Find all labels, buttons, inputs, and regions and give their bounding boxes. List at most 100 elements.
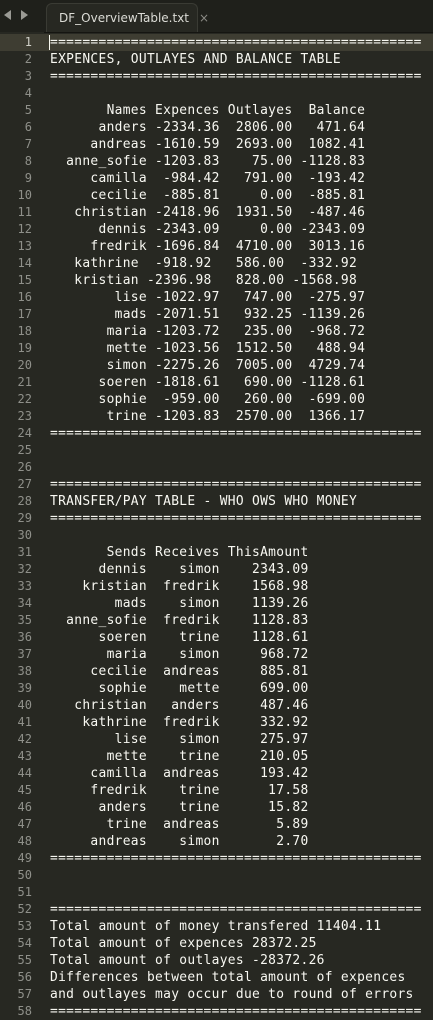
line-number: 15 (17, 273, 32, 287)
line-text: ========================================… (50, 511, 422, 526)
line-text: lise simon 275.97 (50, 732, 309, 747)
line-text: Total amount of money transfered 11404.1… (50, 919, 382, 934)
line-text: mads -2071.51 932.25 -1139.26 (50, 307, 366, 322)
line-number: 24 (17, 426, 32, 440)
editor-line[interactable]: 43 mette trine 210.05 (0, 748, 433, 765)
editor-line[interactable]: 4 (0, 85, 433, 102)
editor-line[interactable]: 51 (0, 884, 433, 901)
editor-line[interactable]: 58 ======================================… (0, 1003, 433, 1020)
editor-line[interactable]: 5 Names Expences Outlayes Balance (0, 102, 433, 119)
editor-line[interactable]: 54 Total amount of expences 28372.25 (0, 935, 433, 952)
line-number: 54 (17, 936, 32, 950)
line-text: lise -1022.97 747.00 -275.97 (50, 290, 366, 305)
line-number: 1 (24, 35, 32, 49)
line-text: ========================================… (50, 69, 422, 84)
editor-line[interactable]: 31 Sends Receives ThisAmount (0, 544, 433, 561)
line-text: sophie -959.00 260.00 -699.00 (50, 392, 366, 407)
line-number: 4 (24, 86, 32, 100)
line-number: 53 (17, 919, 32, 933)
editor-line[interactable]: 21 soeren -1818.61 690.00 -1128.61 (0, 374, 433, 391)
editor-line[interactable]: 15 kristian -2396.98 828.00 -1568.98 (0, 272, 433, 289)
editor-line[interactable]: 44 camilla andreas 193.42 (0, 765, 433, 782)
editor-line[interactable]: 14 kathrine -918.92 586.00 -332.92 (0, 255, 433, 272)
editor-line[interactable]: 41 kathrine fredrik 332.92 (0, 714, 433, 731)
editor-line[interactable]: 27 ======================================… (0, 476, 433, 493)
line-number: 21 (17, 375, 32, 389)
editor-line[interactable]: 20 simon -2275.26 7005.00 4729.74 (0, 357, 433, 374)
editor-line[interactable]: 22 sophie -959.00 260.00 -699.00 (0, 391, 433, 408)
editor-line[interactable]: 26 (0, 459, 433, 476)
editor-line[interactable]: 32 dennis simon 2343.09 (0, 561, 433, 578)
editor-line[interactable]: 37 maria simon 968.72 (0, 646, 433, 663)
editor-line[interactable]: 16 lise -1022.97 747.00 -275.97 (0, 289, 433, 306)
editor-line[interactable]: 46 anders trine 15.82 (0, 799, 433, 816)
tab-next-icon[interactable] (21, 10, 28, 20)
editor-line[interactable]: 24 ======================================… (0, 425, 433, 442)
editor-line[interactable]: 8 anne_sofie -1203.83 75.00 -1128.83 (0, 153, 433, 170)
editor-line[interactable]: 33 kristian fredrik 1568.98 (0, 578, 433, 595)
line-number: 20 (17, 358, 32, 372)
text-editor[interactable]: 1 =======================================… (0, 32, 433, 1019)
line-text: camilla -984.42 791.00 -193.42 (50, 171, 366, 186)
editor-line[interactable]: 36 soeren trine 1128.61 (0, 629, 433, 646)
editor-line[interactable]: 39 sophie mette 699.00 (0, 680, 433, 697)
editor-line[interactable]: 25 (0, 442, 433, 459)
editor-line[interactable]: 53 Total amount of money transfered 11404… (0, 918, 433, 935)
editor-line[interactable]: 3 =======================================… (0, 68, 433, 85)
editor-line[interactable]: 7 andreas -1610.59 2693.00 1082.41 (0, 136, 433, 153)
editor-line[interactable]: 18 maria -1203.72 235.00 -968.72 (0, 323, 433, 340)
line-number: 39 (17, 681, 32, 695)
line-text: ========================================… (50, 1004, 422, 1019)
editor-line[interactable]: 38 cecilie andreas 885.81 (0, 663, 433, 680)
editor-line[interactable]: 9 camilla -984.42 791.00 -193.42 (0, 170, 433, 187)
line-number: 23 (17, 409, 32, 423)
editor-line[interactable]: 35 anne_sofie fredrik 1128.83 (0, 612, 433, 629)
line-number: 47 (17, 817, 32, 831)
editor-line[interactable]: 55 Total amount of outlayes -28372.26 (0, 952, 433, 969)
editor-line[interactable]: 19 mette -1023.56 1512.50 488.94 (0, 340, 433, 357)
line-text: kristian -2396.98 828.00 -1568.98 (50, 273, 358, 288)
editor-line[interactable]: 49 ======================================… (0, 850, 433, 867)
editor-line[interactable]: 28 TRANSFER/PAY TABLE - WHO OWS WHO MONEY (0, 493, 433, 510)
editor-line[interactable]: 57 and outlayes may occur due to round of… (0, 986, 433, 1003)
line-number: 30 (17, 528, 32, 542)
line-number: 31 (17, 545, 32, 559)
editor-line[interactable]: 50 (0, 867, 433, 884)
line-number: 3 (24, 69, 32, 83)
tab-previous-icon[interactable] (4, 10, 11, 20)
line-number: 58 (17, 1004, 32, 1018)
line-number: 6 (24, 120, 32, 134)
editor-line[interactable]: 17 mads -2071.51 932.25 -1139.26 (0, 306, 433, 323)
editor-line[interactable]: 23 trine -1203.83 2570.00 1366.17 (0, 408, 433, 425)
line-text: ========================================… (50, 902, 422, 917)
line-number: 46 (17, 800, 32, 814)
editor-line[interactable]: 11 christian -2418.96 1931.50 -487.46 (0, 204, 433, 221)
line-text: Differences between total amount of expe… (50, 970, 406, 985)
editor-line[interactable]: 6 anders -2334.36 2806.00 471.64 (0, 119, 433, 136)
editor-line[interactable]: 12 dennis -2343.09 0.00 -2343.09 (0, 221, 433, 238)
editor-line[interactable]: 40 christian anders 487.46 (0, 697, 433, 714)
editor-line[interactable]: 42 lise simon 275.97 (0, 731, 433, 748)
editor-line[interactable]: 10 cecilie -885.81 0.00 -885.81 (0, 187, 433, 204)
editor-line[interactable]: 29 ======================================… (0, 510, 433, 527)
editor-line[interactable]: 34 mads simon 1139.26 (0, 595, 433, 612)
close-icon[interactable]: × (199, 11, 209, 25)
line-text: kathrine -918.92 586.00 -332.92 (50, 256, 358, 271)
editor-line[interactable]: 45 fredrik trine 17.58 (0, 782, 433, 799)
editor-line[interactable]: 52 ======================================… (0, 901, 433, 918)
line-number: 11 (17, 205, 32, 219)
file-tab[interactable]: DF_OverviewTable.txt × (46, 3, 209, 32)
editor-line[interactable]: 47 trine andreas 5.89 (0, 816, 433, 833)
editor-line[interactable]: 1 =======================================… (0, 34, 433, 51)
line-number: 37 (17, 647, 32, 661)
line-number: 51 (17, 885, 32, 899)
line-number: 56 (17, 970, 32, 984)
line-text: Total amount of outlayes -28372.26 (50, 953, 325, 968)
line-text: ========================================… (50, 426, 422, 441)
editor-line[interactable]: 48 andreas simon 2.70 (0, 833, 433, 850)
editor-line[interactable]: 30 (0, 527, 433, 544)
editor-lines: 1 =======================================… (0, 34, 433, 1020)
editor-line[interactable]: 56 Differences between total amount of ex… (0, 969, 433, 986)
editor-line[interactable]: 2 EXPENCES, OUTLAYES AND BALANCE TABLE (0, 51, 433, 68)
editor-line[interactable]: 13 fredrik -1696.84 4710.00 3013.16 (0, 238, 433, 255)
